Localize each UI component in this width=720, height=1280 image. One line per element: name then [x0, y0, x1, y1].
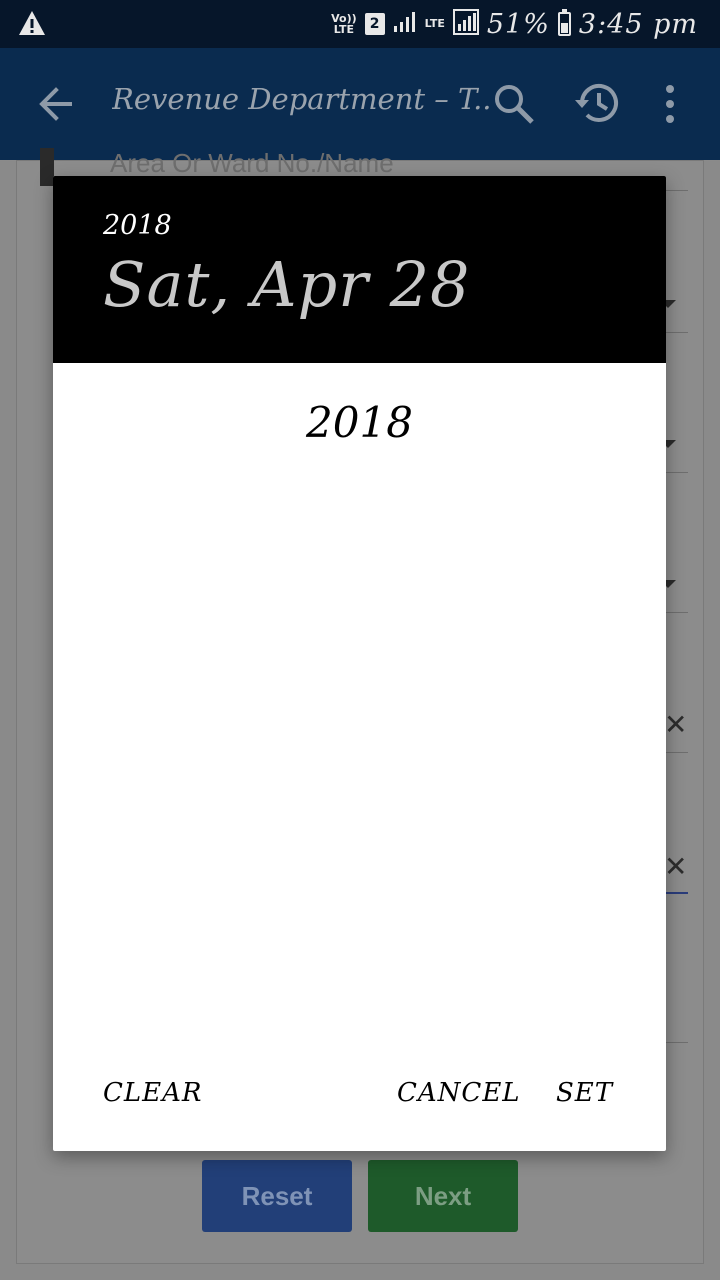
more-vert-icon[interactable] — [660, 84, 680, 128]
clear-field-icon[interactable]: ✕ — [664, 850, 687, 883]
clear-field-icon[interactable]: ✕ — [664, 708, 687, 741]
back-arrow-icon[interactable] — [36, 84, 76, 128]
clock: 3:45 pm — [578, 8, 698, 40]
warning-icon — [18, 10, 46, 40]
signal-icon — [393, 11, 417, 37]
reset-button[interactable]: Reset — [202, 1160, 352, 1232]
clear-button[interactable]: CLEAR — [103, 1078, 203, 1108]
volte-line2: LTE — [333, 23, 354, 36]
search-icon[interactable] — [492, 82, 536, 130]
year-list-item-selected[interactable]: 2018 — [53, 398, 666, 447]
set-button[interactable]: SET — [556, 1078, 613, 1108]
area-ward-field-placeholder: Area Or Ward No./Name — [110, 148, 394, 178]
page-title: Revenue Department – T... — [112, 82, 492, 116]
app-bar: Revenue Department – T... — [0, 48, 720, 160]
cancel-button[interactable]: CANCEL — [397, 1078, 521, 1108]
battery-icon — [557, 9, 571, 36]
volte-indicator: Vo)) LTE — [331, 13, 357, 35]
battery-percent: 51% — [486, 8, 550, 40]
date-picker-header: 2018 Sat, Apr 28 — [53, 176, 666, 363]
header-date[interactable]: Sat, Apr 28 — [103, 248, 470, 321]
history-icon[interactable] — [572, 80, 622, 130]
header-year[interactable]: 2018 — [103, 210, 172, 241]
next-button[interactable]: Next — [368, 1160, 518, 1232]
date-picker-dialog: 2018 Sat, Apr 28 2018 CLEAR CANCEL SET — [53, 176, 666, 1151]
map-icon — [40, 148, 54, 186]
signal-strength-icon — [452, 9, 479, 39]
status-bar: Vo)) LTE 2 LTE 51% 3:45 pm — [0, 0, 720, 48]
network-type: LTE — [424, 17, 445, 30]
sim-slot-badge: 2 — [364, 13, 385, 35]
